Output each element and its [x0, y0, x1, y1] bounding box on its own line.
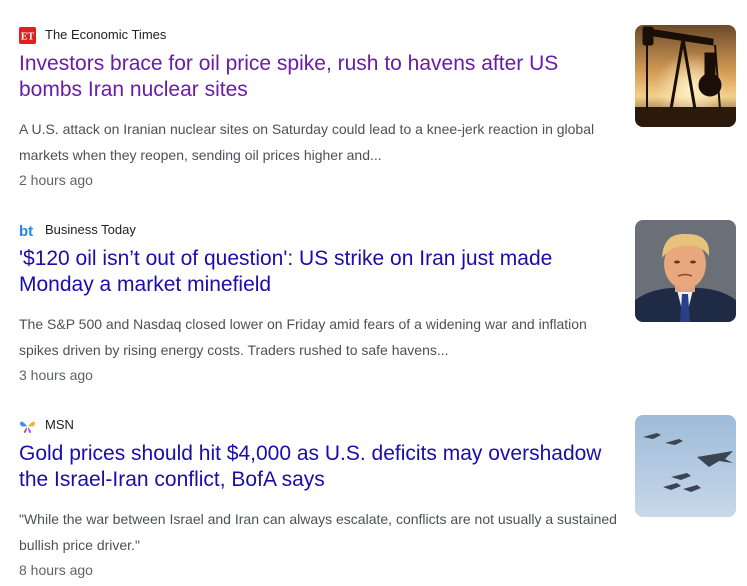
oil-pumpjack-thumbnail[interactable]: [635, 25, 736, 127]
source-row: MSN: [19, 416, 74, 434]
portrait-thumbnail[interactable]: [635, 220, 736, 322]
article-timestamp: 3 hours ago: [19, 367, 93, 383]
article-headline-link[interactable]: Investors brace for oil price spike, rus…: [19, 51, 619, 103]
economic-times-logo-icon: ET: [19, 26, 36, 44]
article-headline-link[interactable]: '$120 oil isn’t out of question': US str…: [19, 246, 619, 298]
article-timestamp: 2 hours ago: [19, 172, 93, 188]
source-logo-text: ET: [21, 31, 35, 42]
msn-butterfly-logo-icon: [19, 417, 36, 434]
news-card[interactable]: bt Business Today '$120 oil isn’t out of…: [0, 195, 747, 390]
business-today-logo-icon: bt: [19, 222, 36, 240]
source-logo-text: bt: [19, 223, 33, 239]
article-snippet: "While the war between Israel and Iran c…: [19, 511, 617, 553]
article-timestamp: 8 hours ago: [19, 562, 93, 578]
source-name[interactable]: Business Today: [45, 221, 136, 239]
aircraft-formation-thumbnail[interactable]: [635, 415, 736, 517]
source-row: ET The Economic Times: [19, 26, 166, 44]
article-snippet: The S&P 500 and Nasdaq closed lower on F…: [19, 316, 587, 358]
article-headline-link[interactable]: Gold prices should hit $4,000 as U.S. de…: [19, 441, 619, 493]
news-feed: ET The Economic Times Investors brace fo…: [0, 0, 747, 586]
news-card[interactable]: MSN Gold prices should hit $4,000 as U.S…: [0, 390, 747, 585]
source-name[interactable]: MSN: [45, 416, 74, 434]
news-card[interactable]: ET The Economic Times Investors brace fo…: [0, 0, 747, 195]
article-snippet: A U.S. attack on Iranian nuclear sites o…: [19, 121, 595, 163]
source-name[interactable]: The Economic Times: [45, 26, 166, 44]
source-row: bt Business Today: [19, 221, 136, 240]
